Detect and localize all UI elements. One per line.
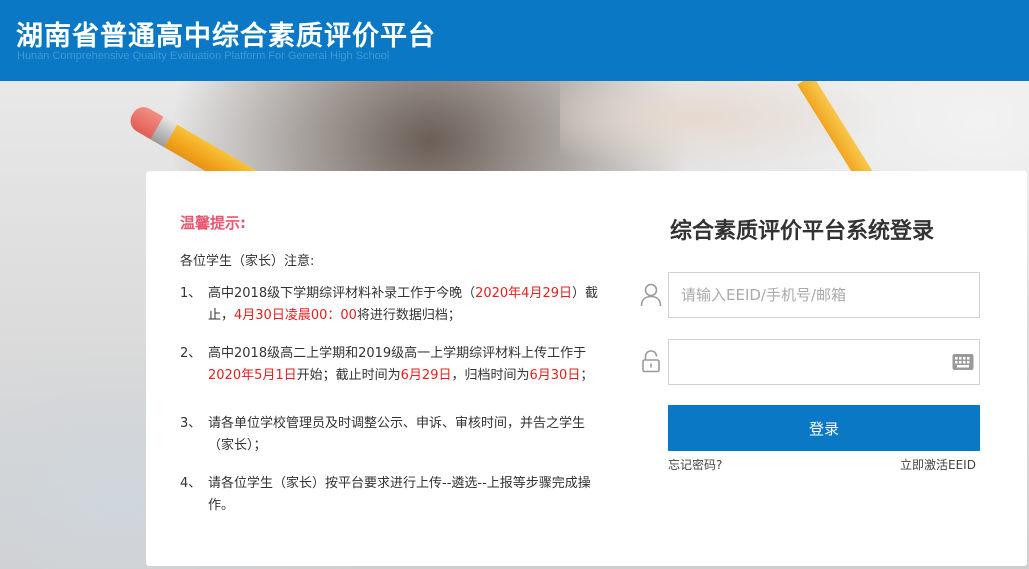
notice-item-1: 1、 高中2018级下学期综评材料补录工作于今晚（2020年4月29日）截止，4… [180, 283, 605, 327]
notice-item-number: 2、 [180, 346, 202, 361]
lock-icon [642, 350, 660, 373]
notice-text: 将进行数据归档； [356, 308, 461, 323]
login-card: 温馨提示: 各位学生（家长）注意: 1、 高中2018级下学期综评材料补录工作于… [146, 171, 1027, 566]
notice-item-2: 2、 高中2018级高二上学期和2019级高一上学期综评材料上传工作于 2020年… [180, 343, 605, 387]
forgot-password-link[interactable]: 忘记密码? [668, 456, 722, 473]
keyboard-icon[interactable] [952, 353, 974, 371]
notice-highlight: 2020年5月1日 [208, 368, 297, 383]
login-title: 综合素质评价平台系统登录 [670, 219, 935, 244]
notice-text: ； [580, 368, 594, 383]
notice-text: 开始；截止时间为 [296, 368, 401, 383]
notice-text: 高中2018级下学期综评材料补录工作于今晚（ [208, 286, 476, 301]
site-title: 湖南省普通高中综合素质评价平台 [16, 21, 436, 52]
notice-highlight: 6月30日 [529, 368, 581, 383]
login-button[interactable]: 登录 [668, 405, 980, 451]
notice-item-text: 高中2018级下学期综评材料补录工作于今晚（2020年4月29日）截止，4月30… [208, 283, 605, 327]
notice-item-4: 4、 请各位学生（家长）按平台要求进行上传--遴选--上报等步骤完成操作。 [180, 473, 605, 517]
user-icon [640, 283, 662, 307]
notice-item-text: 请各位学生（家长）按平台要求进行上传--遴选--上报等步骤完成操作。 [208, 473, 605, 517]
notice-item-text: 高中2018级高二上学期和2019级高一上学期综评材料上传工作于 2020年5月1… [208, 343, 605, 387]
notice-text: 请各位学生（家长）按平台要求进行上传--遴选--上报等步骤完成操作。 [208, 476, 591, 513]
site-subtitle: Hunan Comprehensive Quality Evaluation P… [17, 50, 390, 62]
notice-item-3: 3、 请各单位学校管理员及时调整公示、申诉、审核时间，并告之学生（家长）； [180, 413, 605, 457]
notice-item-text: 请各单位学校管理员及时调整公示、申诉、审核时间，并告之学生（家长）； [208, 413, 605, 457]
notice-text: ，归档时间为 [451, 368, 530, 383]
notice-greeting: 各位学生（家长）注意: [180, 254, 315, 269]
site-header: 湖南省普通高中综合素质评价平台 Hunan Comprehensive Qual… [0, 0, 1029, 81]
notice-title: 温馨提示: [180, 214, 246, 232]
notice-item-number: 3、 [180, 416, 202, 431]
notice-item-number: 4、 [180, 476, 202, 491]
notice-text: 请各单位学校管理员及时调整公示、申诉、审核时间，并告之学生（家长）； [208, 416, 586, 453]
account-input[interactable] [668, 272, 980, 318]
notice-text: 高中2018级高二上学期和2019级高一上学期综评材料上传工作于 [208, 346, 587, 361]
activate-eeid-link[interactable]: 立即激活EEID [900, 456, 976, 473]
notice-highlight: 6月29日 [400, 368, 452, 383]
notice-item-number: 1、 [180, 286, 202, 301]
password-input[interactable] [668, 339, 980, 385]
notice-highlight: 4月30日凌晨00：00 [234, 308, 357, 323]
notice-highlight: 2020年4月29日 [475, 286, 572, 301]
